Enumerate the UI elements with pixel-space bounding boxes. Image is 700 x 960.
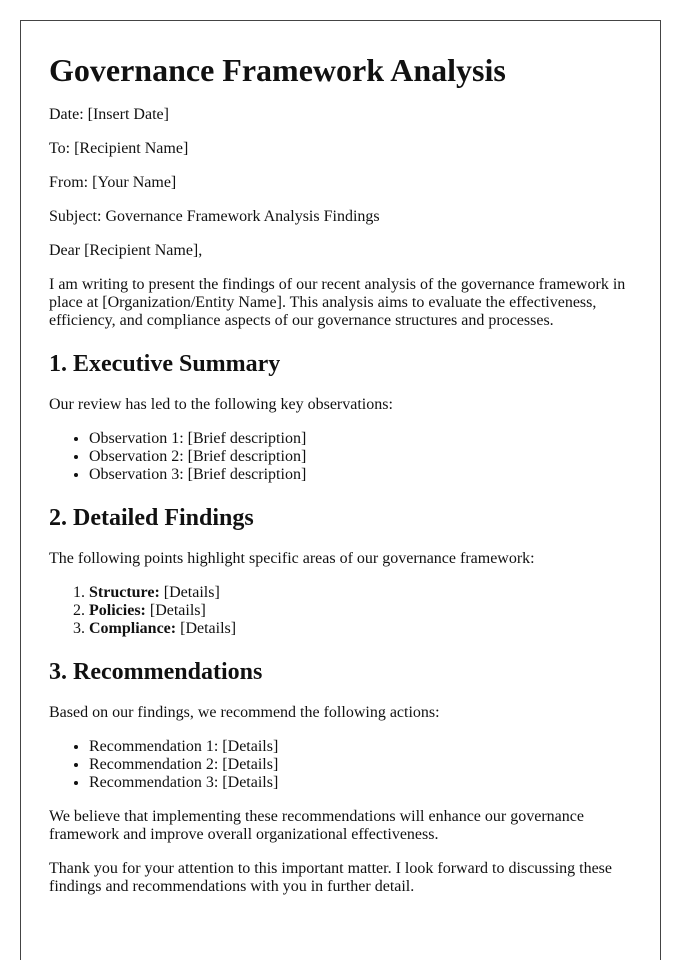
item-text: [Details]	[145, 602, 206, 619]
recommendations-list: Recommendation 1: [Details] Recommendati…	[49, 738, 632, 792]
salutation: Dear [Recipient Name],	[49, 242, 203, 259]
list-item: Structure: [Details]	[89, 584, 632, 602]
list-item: Compliance: [Details]	[89, 620, 632, 638]
item-label: Structure:	[89, 584, 160, 601]
item-label: Policies:	[89, 602, 146, 619]
item-label: Compliance:	[89, 620, 177, 637]
section-heading-recommendations: 3. Recommendations	[49, 659, 263, 685]
list-item: Recommendation 3: [Details]	[89, 774, 632, 792]
date-field: Date: [Insert Date]	[49, 106, 169, 123]
list-item: Observation 3: [Brief description]	[89, 466, 632, 484]
intro-paragraph: I am writing to present the findings of …	[49, 276, 626, 329]
section-heading-detailed-findings: 2. Detailed Findings	[49, 505, 254, 531]
observations-list: Observation 1: [Brief description] Obser…	[49, 430, 632, 484]
list-item: Observation 2: [Brief description]	[89, 448, 632, 466]
list-item: Recommendation 2: [Details]	[89, 756, 632, 774]
to-field: To: [Recipient Name]	[49, 140, 189, 157]
subject-field: Subject: Governance Framework Analysis F…	[49, 208, 380, 225]
summary-lead: Our review has led to the following key …	[49, 396, 393, 413]
section-heading-executive-summary: 1. Executive Summary	[49, 351, 281, 377]
thank-you-paragraph: Thank you for your attention to this imp…	[49, 860, 613, 895]
list-item: Policies: [Details]	[89, 602, 632, 620]
item-text: [Details]	[159, 584, 220, 601]
findings-list: Structure: [Details] Policies: [Details]…	[49, 584, 632, 638]
recommendations-lead: Based on our findings, we recommend the …	[49, 704, 440, 721]
letter-page: Governance Framework Analysis Date: [Ins…	[20, 20, 661, 960]
list-item: Observation 1: [Brief description]	[89, 430, 632, 448]
document-title: Governance Framework Analysis	[49, 52, 506, 88]
findings-lead: The following points highlight specific …	[49, 550, 535, 567]
list-item: Recommendation 1: [Details]	[89, 738, 632, 756]
from-field: From: [Your Name]	[49, 174, 177, 191]
closing-paragraph: We believe that implementing these recom…	[49, 808, 584, 843]
item-text: [Details]	[176, 620, 237, 637]
